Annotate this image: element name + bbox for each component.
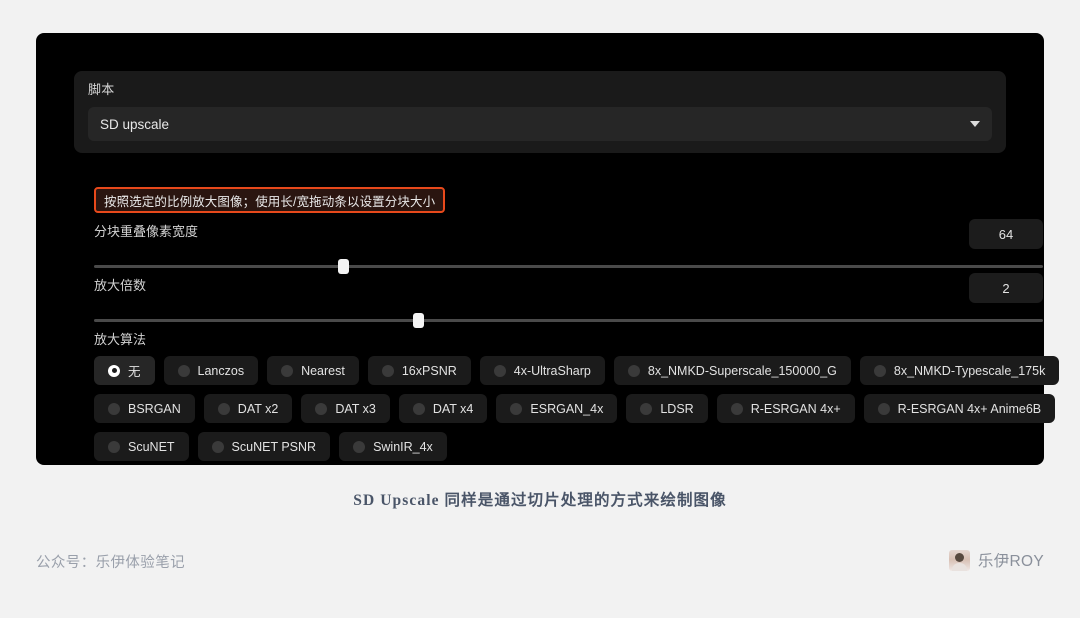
upscaler-option-scunet[interactable]: ScuNET (94, 432, 189, 461)
script-label: 脚本 (88, 81, 992, 99)
upscaler-option-label: 16xPSNR (402, 364, 457, 378)
upscaler-option-esrgan-4x[interactable]: ESRGAN_4x (496, 394, 617, 423)
radio-unselected-icon (315, 403, 327, 415)
radio-unselected-icon (212, 441, 224, 453)
upscaler-option-16xpsnr[interactable]: 16xPSNR (368, 356, 471, 385)
upscaler-option-label: ScuNET PSNR (232, 440, 317, 454)
upscaler-option-lanczos[interactable]: Lanczos (164, 356, 259, 385)
radio-unselected-icon (108, 403, 120, 415)
radio-unselected-icon (874, 365, 886, 377)
user-avatar-icon (949, 550, 970, 571)
upscaler-option-swinir-4x[interactable]: SwinIR_4x (339, 432, 447, 461)
upscaler-option-dat-x4[interactable]: DAT x4 (399, 394, 488, 423)
radio-unselected-icon (878, 403, 890, 415)
radio-unselected-icon (178, 365, 190, 377)
slider-label-tile-overlap: 分块重叠像素宽度 (94, 223, 1044, 241)
upscaler-option-label: ESRGAN_4x (530, 402, 603, 416)
upscaler-row: 无 Lanczos Nearest 16xPSNR 4x-UltraSharp 8x_NM… (94, 356, 1044, 385)
footer-account-text: 公众号：乐伊体验笔记 (36, 551, 185, 572)
upscaler-option-scunet-psnr[interactable]: ScuNET PSNR (198, 432, 331, 461)
radio-unselected-icon (218, 403, 230, 415)
footer-brand: 乐伊ROY (949, 549, 1044, 571)
upscaler-option-label: ScuNET (128, 440, 175, 454)
upscaler-option-4x-ultrasharp[interactable]: 4x-UltraSharp (480, 356, 605, 385)
slider-group-tile-overlap: 分块重叠像素宽度 64 (94, 223, 1044, 241)
chevron-down-icon (970, 121, 980, 127)
script-select-value: SD upscale (100, 117, 169, 132)
upscaler-option-nearest[interactable]: Nearest (267, 356, 359, 385)
upscaler-option-label: SwinIR_4x (373, 440, 433, 454)
slider-thumb-scale-factor[interactable] (413, 313, 424, 328)
upscaler-option-ldsr[interactable]: LDSR (626, 394, 707, 423)
upscaler-option-label: 8x_NMKD-Typescale_175k (894, 364, 1045, 378)
upscaler-option-label: BSRGAN (128, 402, 181, 416)
upscaler-option-label: 无 (128, 361, 141, 380)
footer-brand-text: 乐伊ROY (978, 549, 1044, 571)
slider-value-tile-overlap[interactable]: 64 (969, 219, 1043, 249)
upscaler-rows: 无 Lanczos Nearest 16xPSNR 4x-UltraSharp 8x_NM… (94, 356, 1044, 461)
slider-value-scale-factor[interactable]: 2 (969, 273, 1043, 303)
upscaler-option-[interactable]: 无 (94, 356, 155, 385)
upscaler-option-r-esrgan-4x-anime6b[interactable]: R-ESRGAN 4x+ Anime6B (864, 394, 1055, 423)
slider-thumb-tile-overlap[interactable] (338, 259, 349, 274)
radio-unselected-icon (281, 365, 293, 377)
script-select-dropdown[interactable]: SD upscale (88, 107, 992, 141)
script-card: 脚本 SD upscale (74, 71, 1006, 153)
upscaler-option-label: DAT x2 (238, 402, 279, 416)
radio-unselected-icon (353, 441, 365, 453)
upscaler-row: BSRGAN DAT x2 DAT x3 DAT x4 ESRGAN_4x LDSR R-E… (94, 394, 1044, 423)
upscaler-option-label: LDSR (660, 402, 693, 416)
slider-group-scale-factor: 放大倍数 2 (94, 277, 1044, 295)
upscaler-option-bsrgan[interactable]: BSRGAN (94, 394, 195, 423)
upscaler-option-label: DAT x4 (433, 402, 474, 416)
radio-selected-icon (108, 365, 120, 377)
radio-unselected-icon (640, 403, 652, 415)
upscaler-radio-group: 放大算法 无 Lanczos Nearest 16xPSNR 4x-UltraSharp… (94, 331, 1044, 470)
radio-unselected-icon (628, 365, 640, 377)
upscaler-option-dat-x3[interactable]: DAT x3 (301, 394, 390, 423)
hint-text: 按照选定的比例放大图像；使用长/宽拖动条以设置分块大小 (104, 191, 435, 210)
slider-track-scale-factor[interactable] (94, 319, 1043, 322)
upscaler-option-dat-x2[interactable]: DAT x2 (204, 394, 293, 423)
upscaler-option-label: Nearest (301, 364, 345, 378)
upscaler-option-label: 8x_NMKD-Superscale_150000_G (648, 364, 837, 378)
upscaler-option-label: Lanczos (198, 364, 245, 378)
upscaler-option-label: R-ESRGAN 4x+ (751, 402, 841, 416)
upscaler-option-8x-nmkd-superscale-150000-g[interactable]: 8x_NMKD-Superscale_150000_G (614, 356, 851, 385)
upscaler-option-label: 4x-UltraSharp (514, 364, 591, 378)
radio-unselected-icon (731, 403, 743, 415)
radio-unselected-icon (494, 365, 506, 377)
radio-unselected-icon (413, 403, 425, 415)
upscaler-option-8x-nmkd-typescale-175k[interactable]: 8x_NMKD-Typescale_175k (860, 356, 1059, 385)
slider-track-tile-overlap[interactable] (94, 265, 1043, 268)
figure-caption: SD Upscale 同样是通过切片处理的方式来绘制图像 (0, 488, 1080, 510)
upscaler-option-label: R-ESRGAN 4x+ Anime6B (898, 402, 1041, 416)
upscaler-group-label: 放大算法 (94, 331, 1044, 349)
slider-label-scale-factor: 放大倍数 (94, 277, 1044, 295)
radio-unselected-icon (510, 403, 522, 415)
hint-highlight-box: 按照选定的比例放大图像；使用长/宽拖动条以设置分块大小 (94, 187, 445, 213)
upscaler-option-r-esrgan-4x[interactable]: R-ESRGAN 4x+ (717, 394, 855, 423)
radio-unselected-icon (108, 441, 120, 453)
radio-unselected-icon (382, 365, 394, 377)
upscaler-row: ScuNET ScuNET PSNR SwinIR_4x (94, 432, 1044, 461)
sd-upscale-panel: 脚本 SD upscale 按照选定的比例放大图像；使用长/宽拖动条以设置分块大… (36, 33, 1044, 465)
upscaler-option-label: DAT x3 (335, 402, 376, 416)
